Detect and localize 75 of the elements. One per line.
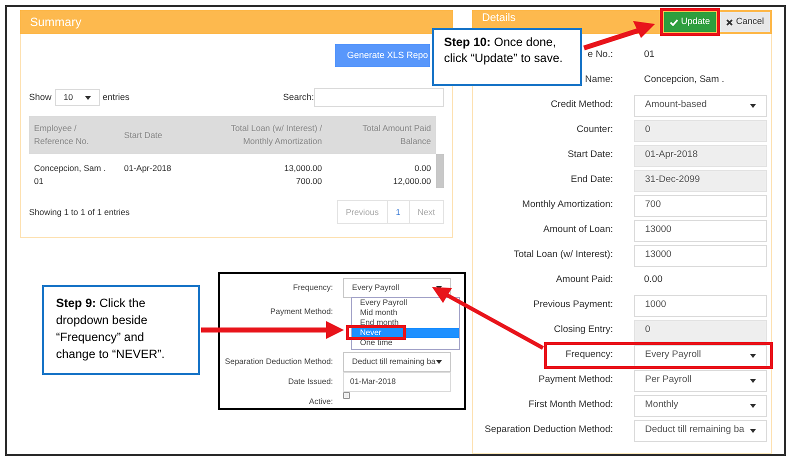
field-label: Amount of Loan: — [543, 223, 613, 238]
checkbox[interactable] — [343, 392, 350, 399]
panel-title: Summary — [30, 14, 82, 31]
dropdown[interactable]: Deduct till remaining ba — [634, 420, 767, 442]
table-cell-text: Concepcion, Sam . 01 — [34, 162, 107, 188]
input-field[interactable]: 700 — [634, 194, 767, 216]
dropdown[interactable]: Per Payroll — [634, 370, 767, 392]
callout: Step 9: Click the dropdown beside “Frequency” and change to “NEVER”. — [42, 285, 200, 375]
field-label: Active: — [308, 396, 333, 408]
field-label: Separation Deduction Method: — [224, 356, 333, 368]
input-field[interactable]: 1000 — [634, 294, 767, 316]
field-label: First Month Method: — [528, 398, 613, 412]
field-label: Payment Method: — [270, 306, 333, 318]
table-info: Showing 1 to 1 of 1 entries — [29, 206, 130, 218]
field-label: Counter: — [576, 123, 613, 138]
field-value: 01 — [644, 48, 655, 62]
table-cell-text: 13,000.00 700.00 — [283, 162, 322, 188]
field-label: Start Date: — [568, 148, 613, 162]
scrollbar-thumb[interactable] — [436, 154, 444, 188]
cancel-button[interactable]: Cancel — [720, 12, 770, 32]
field-value: 0.00 — [644, 273, 662, 288]
dropdown[interactable]: Every Payroll — [634, 344, 767, 366]
field-value: Concepcion, Sam . — [644, 73, 724, 88]
check-icon — [670, 18, 678, 26]
caret-icon — [436, 360, 442, 364]
table-cell-text: 01-Apr-2018 — [124, 162, 172, 175]
arrow — [583, 21, 655, 50]
close-icon — [726, 18, 733, 26]
readonly-field: 0 — [634, 120, 767, 142]
input-field[interactable]: 01-Mar-2018 — [343, 372, 451, 392]
field-label: End Date: — [570, 173, 613, 188]
readonly-field: 01-Apr-2018 — [634, 144, 767, 166]
field-label: Payment Method: — [538, 373, 613, 388]
search-field[interactable] — [314, 88, 444, 107]
column-header: Total Loan (w/ Interest) / Monthly Amortization — [230, 122, 322, 148]
field-label: Date Issued: — [288, 376, 333, 388]
dropdown[interactable]: Monthly — [634, 394, 767, 416]
caret-icon — [84, 96, 91, 100]
field-label: Total Loan (w/ Interest): — [514, 248, 613, 262]
caret-icon — [750, 354, 756, 358]
dropdown-option[interactable]: End month — [352, 318, 459, 328]
field-label: Frequency: — [292, 282, 333, 294]
search-label: Search: — [282, 90, 314, 104]
input-field[interactable]: 13000 — [634, 244, 767, 266]
callout: Step 10: Once done, click “Update” to save. — [432, 28, 582, 86]
field-label: Name: — [585, 73, 613, 88]
panel-title: Details — [482, 10, 516, 26]
caret-icon — [750, 428, 756, 432]
caret-icon — [750, 104, 756, 108]
readonly-field: 0 — [634, 320, 767, 342]
field-label: Amount Paid: — [556, 273, 613, 288]
dropdown[interactable]: Amount-based — [634, 94, 767, 116]
input-field[interactable]: 13000 — [634, 220, 767, 242]
field-label: Separation Deduction Method: — [484, 423, 613, 438]
dropdown[interactable]: Deduct till remaining ba — [343, 352, 451, 372]
caret-icon — [750, 378, 756, 382]
field-label: Frequency: — [565, 348, 613, 362]
readonly-field: 31-Dec-2099 — [634, 170, 767, 192]
page-size-select[interactable]: 10 — [54, 89, 100, 106]
show-label: Show — [29, 90, 52, 104]
table-cell-text: 0.00 12,000.00 — [392, 162, 431, 188]
column-header: Employee / Reference No. — [34, 122, 90, 148]
dropdown-option[interactable]: One time — [352, 338, 459, 348]
field-label: Previous Payment: — [533, 298, 613, 312]
column-header: Start Date — [124, 128, 164, 142]
pagination-button[interactable]: 1 — [386, 201, 409, 223]
field-label: Monthly Amortization: — [522, 198, 613, 212]
field-label: Closing Entry: — [554, 323, 613, 338]
entries-label: entries — [102, 90, 130, 104]
field-label: e No.: — [588, 48, 613, 62]
caret-icon — [750, 404, 756, 408]
field-label: Credit Method: — [550, 98, 613, 112]
dropdown-option[interactable]: Mid month — [352, 308, 459, 318]
column-header: Total Amount Paid Balance — [361, 122, 431, 148]
dropdown-option[interactable]: Every Payroll — [352, 298, 459, 308]
